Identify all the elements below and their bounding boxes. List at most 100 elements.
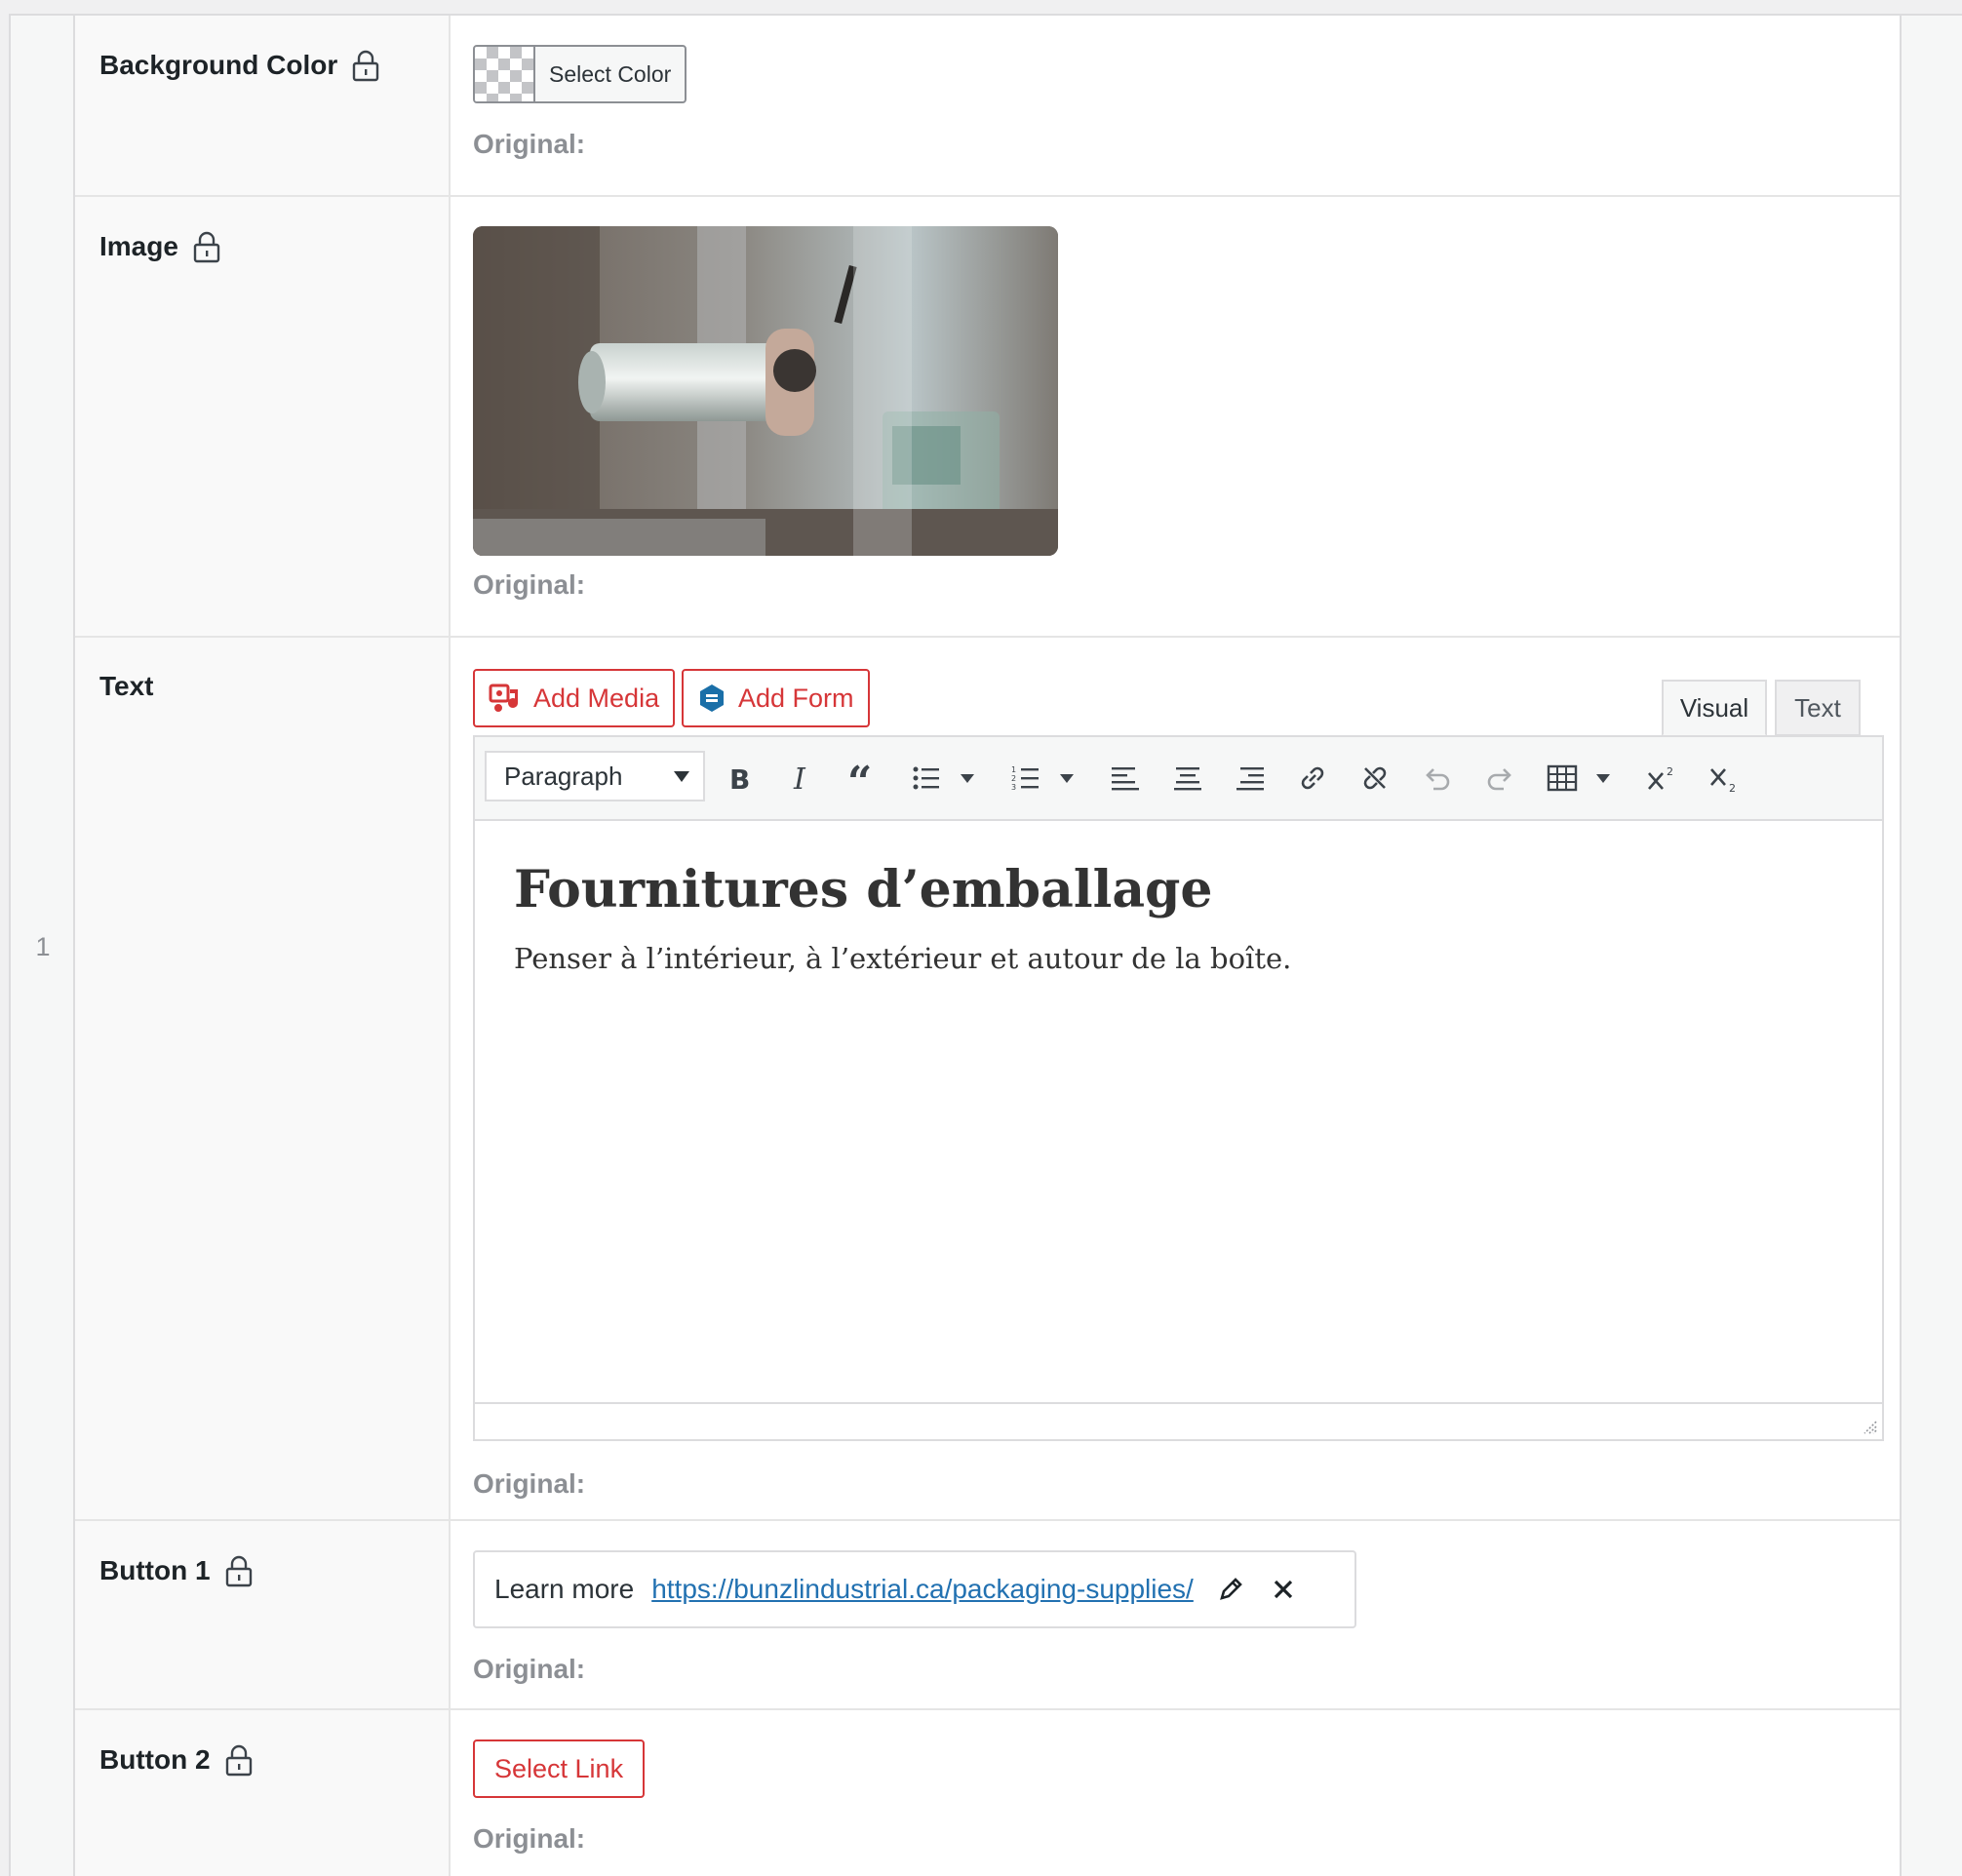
field-row-background-color: Background Color Select Color Original:	[75, 16, 1900, 197]
select-link-button[interactable]: Select Link	[473, 1739, 646, 1798]
svg-text:“: “	[847, 763, 872, 793]
add-media-label: Add Media	[533, 683, 660, 713]
chevron-down-icon	[674, 771, 689, 782]
editor-toolbar: Paragraph B I “ 1 2 3 2 2	[475, 737, 1882, 821]
align-left-icon	[1112, 767, 1139, 791]
field-label-cell: Text	[75, 638, 451, 1519]
bullet-list-button[interactable]	[907, 759, 946, 798]
original-label: Original:	[473, 569, 586, 600]
edit-link-button[interactable]	[1211, 1570, 1250, 1609]
lock-icon[interactable]	[192, 230, 221, 263]
lock-icon[interactable]	[224, 1743, 254, 1777]
svg-text:2: 2	[1667, 765, 1673, 778]
chevron-down-icon[interactable]	[1060, 774, 1074, 783]
row-number-column: 1	[11, 16, 75, 1876]
field-value-cell: Learn more https://bunzlindustrial.ca/pa…	[451, 1521, 1900, 1708]
field-label: Button 1	[99, 1554, 254, 1587]
unlink-button[interactable]	[1355, 759, 1394, 798]
redo-button[interactable]	[1480, 759, 1519, 798]
blockquote-button[interactable]: “	[844, 759, 883, 798]
field-row-text: Text Add Media Add Form Visual Text Para…	[75, 638, 1900, 1521]
bold-icon: B	[729, 763, 750, 793]
image-preview-graphic	[473, 226, 1058, 556]
subscript-icon: 2	[1710, 768, 1736, 793]
editor-statusbar	[475, 1402, 1882, 1439]
link-icon	[1301, 766, 1324, 790]
align-right-button[interactable]	[1231, 759, 1270, 798]
field-label-text: Background Color	[99, 50, 338, 80]
subscript-button[interactable]: 2	[1705, 759, 1744, 798]
svg-text:2: 2	[1011, 774, 1016, 783]
field-value-cell: Add Media Add Form Visual Text Paragraph	[451, 638, 1900, 1519]
tab-text[interactable]: Text	[1775, 680, 1861, 736]
add-media-icon	[489, 684, 518, 712]
link-preview: Learn more https://bunzlindustrial.ca/pa…	[473, 1550, 1356, 1628]
field-label-cell: Background Color	[75, 16, 451, 195]
pencil-icon	[1219, 1578, 1242, 1600]
image-thumbnail[interactable]	[473, 226, 1058, 556]
field-label-cell: Button 1	[75, 1521, 451, 1708]
editor-content-area[interactable]: Fournitures d’emballage Penser à l’intér…	[475, 821, 1882, 1402]
link-title: Learn more	[494, 1574, 635, 1604]
field-label-cell: Button 2	[75, 1710, 451, 1876]
chevron-down-icon[interactable]	[961, 774, 974, 783]
field-label-text: Button 2	[99, 1744, 211, 1775]
select-color-label: Select Color	[549, 60, 672, 87]
numbered-list-icon: 123	[1011, 765, 1039, 792]
row-actions-rail	[1900, 16, 1962, 1876]
format-select-value: Paragraph	[504, 761, 623, 791]
unlink-icon	[1363, 766, 1387, 790]
field-value-cell: Select Link Original:	[451, 1710, 1900, 1876]
blockquote-icon: “	[847, 763, 872, 793]
superscript-icon: 2	[1648, 765, 1673, 790]
tab-visual[interactable]: Visual	[1662, 680, 1767, 736]
align-right-icon	[1236, 767, 1264, 791]
table-button[interactable]	[1543, 759, 1582, 798]
align-center-icon	[1174, 767, 1201, 791]
form-icon	[700, 684, 724, 712]
bullet-list-icon	[913, 766, 939, 790]
rich-text-editor: Paragraph B I “ 1 2 3 2 2 Fournitures d’…	[473, 735, 1884, 1441]
lock-icon[interactable]	[224, 1554, 254, 1587]
field-label-cell: Image	[75, 197, 451, 636]
undo-button[interactable]	[1418, 759, 1457, 798]
align-left-button[interactable]	[1106, 759, 1145, 798]
italic-icon: I	[793, 763, 806, 793]
field-label: Button 2	[99, 1743, 254, 1777]
italic-button[interactable]: I	[782, 759, 821, 798]
field-value-cell: Original:	[451, 197, 1900, 636]
original-label: Original:	[473, 1823, 586, 1854]
svg-text:B: B	[729, 763, 750, 793]
insert-link-button[interactable]	[1293, 759, 1332, 798]
field-row-image: Image Original:	[75, 197, 1900, 638]
chevron-down-icon[interactable]	[1596, 774, 1610, 783]
repeater-frame: 1 Background Color Select Color Original…	[9, 14, 1962, 1876]
format-select[interactable]: Paragraph	[485, 751, 705, 801]
close-icon	[1274, 1580, 1292, 1599]
original-label: Original:	[473, 129, 586, 159]
undo-icon	[1426, 768, 1450, 791]
field-row-button-1: Button 1 Learn more https://bunzlindustr…	[75, 1521, 1900, 1710]
numbered-list-button[interactable]: 123	[1006, 759, 1045, 798]
field-label: Background Color	[99, 49, 380, 82]
field-label-text: Text	[99, 671, 154, 701]
content-paragraph: Penser à l’intérieur, à l’extérieur et a…	[514, 942, 1292, 976]
link-url[interactable]: https://bunzlindustrial.ca/packaging-sup…	[651, 1574, 1194, 1605]
table-icon	[1547, 764, 1578, 792]
svg-text:2: 2	[1729, 782, 1736, 793]
select-color-button[interactable]: Select Color	[473, 45, 687, 103]
redo-icon	[1487, 768, 1511, 791]
superscript-button[interactable]: 2	[1642, 759, 1681, 798]
original-label: Original:	[473, 1654, 586, 1684]
lock-icon[interactable]	[351, 49, 380, 82]
field-label-text: Image	[99, 231, 178, 261]
align-center-button[interactable]	[1168, 759, 1207, 798]
remove-link-button[interactable]	[1264, 1570, 1303, 1609]
bold-button[interactable]: B	[720, 759, 759, 798]
svg-text:3: 3	[1011, 783, 1016, 792]
add-form-button[interactable]: Add Form	[682, 669, 870, 727]
resize-handle-icon[interactable]	[1861, 1418, 1878, 1435]
add-media-button[interactable]: Add Media	[473, 669, 676, 727]
field-value-cell: Select Color Original:	[451, 16, 1900, 195]
field-row-button-2: Button 2 Select Link Original:	[75, 1710, 1900, 1876]
